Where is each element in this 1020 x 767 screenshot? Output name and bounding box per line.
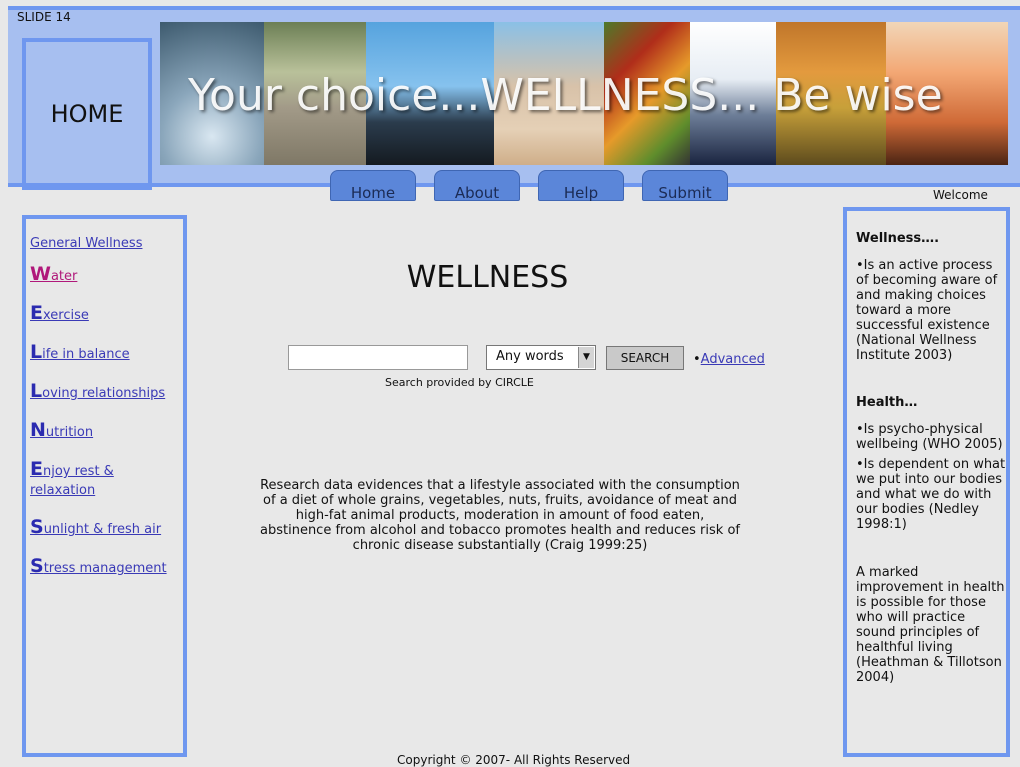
wellness-heading: Wellness…. (856, 231, 940, 246)
sidebar-link-label: tress management (43, 561, 167, 576)
sidebar-link-life-in-balance[interactable]: Life in balance (30, 343, 183, 364)
health-heading: Health… (856, 395, 918, 410)
banner-title: Your choice...WELLNESS... Be wise (188, 70, 943, 121)
left-sidebar: General Wellness Water Exercise Life in … (22, 215, 187, 757)
research-paragraph: Research data evidences that a lifestyle… (260, 478, 740, 553)
nav-tab-help[interactable]: Help (538, 170, 624, 202)
sidebar-link-initial: N (30, 419, 46, 441)
sidebar-link-initial: E (30, 302, 43, 324)
copyright-footer: Copyright © 2007- All Rights Reserved (397, 753, 631, 767)
search-credit: Search provided by CIRCLE (385, 376, 534, 389)
search-mode-value: Any words (496, 349, 564, 364)
health-improvement-note: A marked improvement in health is possib… (856, 565, 1005, 685)
sidebar-link-sunlight[interactable]: Sunlight & fresh air (30, 518, 183, 539)
sidebar-link-nutrition[interactable]: Nutrition (30, 421, 183, 442)
welcome-text: Welcome (933, 188, 988, 202)
search-button[interactable]: SEARCH (606, 346, 684, 370)
sidebar-link-stress-management[interactable]: Stress management (30, 557, 183, 578)
sidebar-link-exercise[interactable]: Exercise (30, 304, 183, 325)
sidebar-link-loving-relationships[interactable]: Loving relationships (30, 382, 183, 403)
search-input[interactable] (288, 345, 468, 370)
sidebar-link-initial: E (30, 458, 43, 480)
home-button[interactable]: HOME (22, 38, 152, 190)
sidebar-link-water[interactable]: Water (30, 265, 183, 286)
sidebar-link-label: xercise (42, 308, 89, 323)
sidebar-link-initial: S (30, 516, 44, 538)
page-title: WELLNESS (406, 260, 569, 295)
sidebar-link-label: utrition (45, 425, 94, 440)
right-sidebar: Wellness…. •Is an active process of beco… (843, 207, 1010, 757)
sidebar-link-label: General Wellness (30, 236, 143, 251)
sidebar-link-initial: L (30, 341, 43, 363)
wellness-definition: •Is an active process of becoming aware … (856, 258, 998, 363)
sidebar-link-label: ater (50, 269, 78, 284)
sidebar-link-initial: W (30, 263, 51, 285)
sidebar-link-enjoy-rest[interactable]: Enjoy rest & relaxation (30, 460, 183, 500)
nav-tab-about[interactable]: About (434, 170, 520, 202)
nav-tab-home[interactable]: Home (330, 170, 416, 202)
sidebar-link-initial: S (30, 555, 44, 577)
top-nav: Home About Help Submit (330, 170, 728, 202)
health-definition-1: •Is psycho-physical wellbeing (WHO 2005) (856, 422, 1003, 452)
sidebar-link-label: oving relationships (42, 386, 166, 401)
advanced-search: •Advanced (693, 352, 765, 367)
sidebar-link-general-wellness[interactable]: General Wellness (30, 235, 183, 253)
sidebar-link-label: unlight & fresh air (43, 522, 162, 537)
sidebar-link-label: ife in balance (42, 347, 130, 362)
bullet-icon: • (693, 352, 701, 367)
nav-tab-submit[interactable]: Submit (642, 170, 728, 202)
chevron-down-icon[interactable]: ▼ (578, 347, 594, 368)
slide-label: SLIDE 14 (17, 10, 71, 24)
advanced-search-link[interactable]: Advanced (701, 352, 765, 367)
sidebar-link-label: njoy rest & relaxation (30, 464, 114, 498)
health-definition-2: •Is dependent on what we put into our bo… (856, 457, 1006, 532)
sidebar-link-initial: L (30, 380, 43, 402)
search-mode-select[interactable]: Any words ▼ (486, 345, 596, 370)
